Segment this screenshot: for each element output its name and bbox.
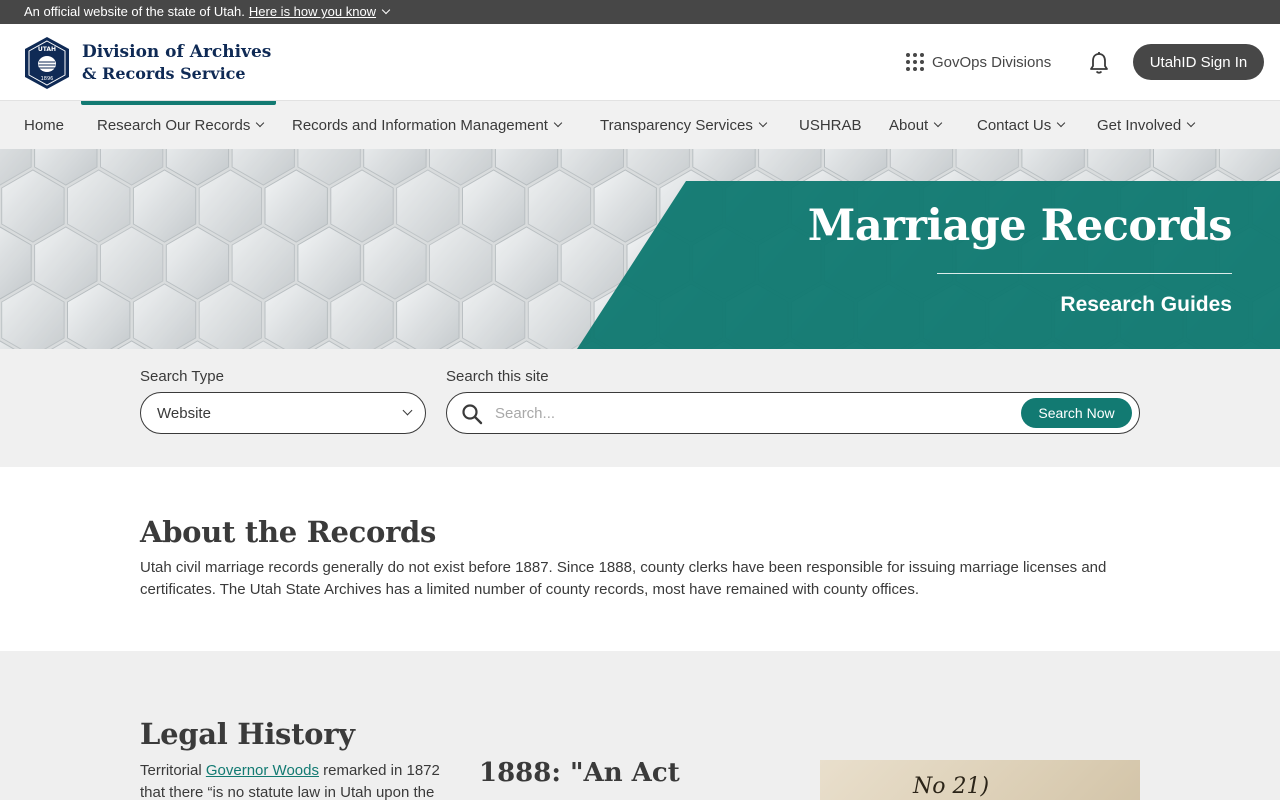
site-header: UTAH 1896 Division of Archives & Records… (0, 24, 1280, 101)
logo-line-2: & Records Service (82, 64, 246, 83)
nav-item-label: Get Involved (1097, 116, 1182, 134)
about-body: Utah civil marriage records generally do… (140, 559, 1107, 598)
nav-item-records-information-management[interactable]: Records and Information Management (292, 101, 563, 149)
about-records-section: About the Records Utah civil marriage re… (0, 467, 1280, 651)
legal-intro-prefix: Territorial (140, 762, 206, 779)
hero-divider (937, 273, 1232, 274)
nav-item-home[interactable]: Home (24, 101, 64, 149)
search-type-label: Search Type (140, 368, 224, 385)
legal-history-section: Legal History Territorial Governor Woods… (0, 651, 1280, 800)
document-number-text: No 21) (913, 774, 990, 799)
govops-label: GovOps Divisions (932, 53, 1052, 71)
nav-item-label: Home (24, 116, 65, 134)
search-type-select[interactable]: Website (140, 392, 426, 434)
search-now-button[interactable]: Search Now (1021, 398, 1132, 428)
nav-item-transparency-services[interactable]: Transparency Services (600, 101, 768, 149)
seal-year-text: 1896 (41, 76, 54, 82)
nav-item-ushrab[interactable]: USHRAB (799, 101, 862, 149)
legal-heading: Legal History (140, 717, 355, 751)
nav-item-get-involved[interactable]: Get Involved (1097, 101, 1196, 149)
page-subtitle: Research Guides (1060, 293, 1232, 316)
nav-item-label: Research Our Records (97, 116, 251, 134)
search-site-label: Search this site (446, 368, 549, 385)
nav-item-research-our-records[interactable]: Research Our Records (97, 101, 265, 149)
governor-woods-link[interactable]: Governor Woods (206, 762, 319, 779)
act-1888-heading: 1888: "An Act (479, 758, 680, 788)
nav-item-label: Contact Us (977, 116, 1052, 134)
utah-seal-logo[interactable]: UTAH 1896 (23, 36, 71, 90)
govops-divisions-button[interactable]: GovOps Divisions (906, 51, 1051, 73)
nav-item-label: Records and Information Management (292, 116, 548, 134)
nav-item-label: USHRAB (799, 116, 862, 134)
nav-item-label: Transparency Services (600, 116, 753, 134)
seal-top-text: UTAH (38, 46, 56, 53)
chevron-down-icon (758, 118, 768, 128)
bell-icon[interactable] (1088, 51, 1110, 75)
page-hero: Marriage Records Research Guides (0, 149, 1280, 349)
official-site-banner: An official website of the state of Utah… (0, 0, 1280, 24)
nav-item-contact-us[interactable]: Contact Us (977, 101, 1066, 149)
chevron-down-icon (1056, 118, 1066, 128)
chevron-down-icon (256, 118, 265, 128)
how-you-know-link[interactable]: Here is how you know (248, 0, 391, 24)
main-nav: Home Research Our Records Records and In… (0, 101, 1280, 149)
utahid-signin-button[interactable]: UtahID Sign In (1133, 44, 1264, 80)
search-icon (462, 404, 483, 425)
grid-dots-icon (906, 53, 924, 71)
search-input[interactable] (495, 401, 1015, 425)
historic-document-image: No 21) (820, 760, 1140, 800)
nav-item-label: About (889, 116, 929, 134)
search-field: Search Now (446, 392, 1140, 434)
chevron-down-icon (553, 118, 563, 128)
search-type-value: Website (157, 404, 211, 422)
official-site-text: An official website of the state of Utah… (24, 4, 245, 19)
site-logo-text[interactable]: Division of Archives & Records Service (82, 42, 271, 84)
how-you-know-label: Here is how you know (248, 4, 377, 19)
nav-item-about[interactable]: About (889, 101, 943, 149)
search-section: Search Type Website Search this site Sea… (0, 349, 1280, 467)
chevron-down-icon (933, 118, 943, 128)
chevron-down-icon (381, 5, 391, 15)
legal-intro-text: Territorial Governor Woods remarked in 1… (140, 760, 455, 800)
page-title: Marriage Records (807, 201, 1233, 251)
about-heading: About the Records (140, 515, 437, 549)
chevron-down-icon (1186, 118, 1196, 128)
chevron-down-icon (402, 405, 413, 416)
logo-line-1: Division of Archives (82, 42, 272, 62)
